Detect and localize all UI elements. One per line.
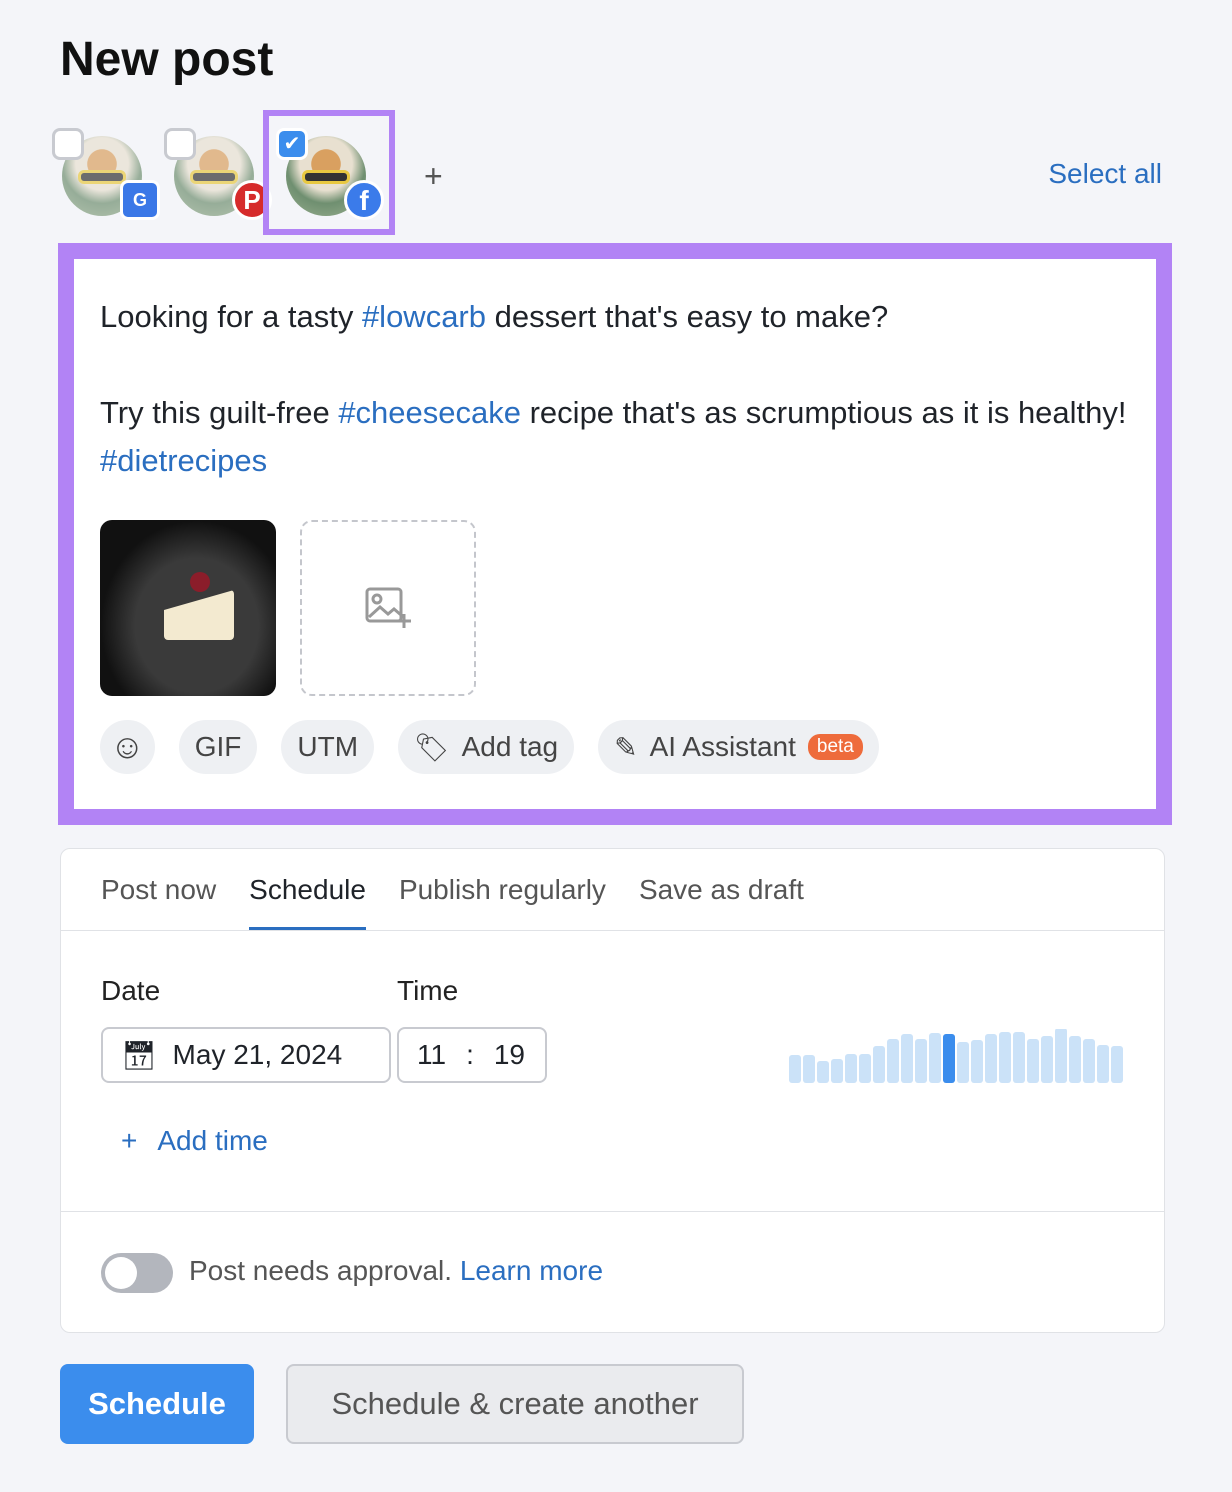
add-account-button[interactable]: + <box>424 158 443 195</box>
account-checkbox[interactable] <box>52 128 84 160</box>
text: recipe that's as scrumptious as it is he… <box>521 395 1127 430</box>
emoji-button[interactable]: ☺ <box>100 720 155 774</box>
ai-assistant-button[interactable]: ✎ AI Assistant beta <box>598 720 879 774</box>
activity-bar <box>971 1040 983 1083</box>
tab-schedule[interactable]: Schedule <box>249 849 366 931</box>
activity-bar <box>803 1055 815 1083</box>
schedule-button[interactable]: Schedule <box>60 1364 254 1444</box>
activity-bar <box>1097 1045 1109 1083</box>
tab-save-as-draft[interactable]: Save as draft <box>639 874 804 906</box>
account-checkbox[interactable] <box>164 128 196 160</box>
activity-bar-selected <box>943 1034 955 1083</box>
add-time-button[interactable]: + Add time <box>121 1125 268 1157</box>
gif-label: GIF <box>194 731 242 762</box>
add-image-dropzone[interactable] <box>300 520 476 696</box>
hour-value[interactable]: 11 <box>417 1039 446 1071</box>
schedule-and-create-another-button[interactable]: Schedule & create another <box>286 1364 744 1444</box>
google-business-icon: G <box>120 180 160 220</box>
activity-bar <box>1111 1046 1123 1083</box>
date-value: May 21, 2024 <box>172 1039 343 1070</box>
activity-bar <box>859 1054 871 1083</box>
date-label: Date <box>101 975 161 1006</box>
hashtag[interactable]: #lowcarb <box>362 299 486 334</box>
publish-options-card: Post now Schedule Publish regularly Save… <box>60 848 1165 1333</box>
plus-icon: + <box>121 1125 138 1156</box>
activity-bar <box>999 1032 1011 1083</box>
activity-bar <box>1013 1032 1025 1083</box>
time-input[interactable]: 11:19 <box>397 1027 547 1083</box>
activity-bar <box>887 1039 899 1083</box>
learn-more-link[interactable]: Learn more <box>460 1255 603 1286</box>
text: Try this guilt-free <box>100 395 339 430</box>
activity-bar <box>957 1042 969 1083</box>
approval-toggle[interactable] <box>101 1253 173 1293</box>
text: Looking for a tasty <box>100 299 362 334</box>
add-tag-button[interactable]: 🏷︎ Add tag <box>398 720 575 774</box>
minute-value[interactable]: 19 <box>494 1039 525 1071</box>
utm-button[interactable]: UTM <box>281 720 375 774</box>
magic-wand-icon: ✎ <box>614 731 638 763</box>
page-title: New post <box>60 33 274 86</box>
tag-icon: 🏷︎ <box>414 731 450 763</box>
divider <box>61 930 1164 931</box>
activity-bar <box>915 1039 927 1083</box>
date-input[interactable]: 📅︎ May 21, 2024 <box>101 1027 391 1083</box>
account-checkbox-checked[interactable]: ✔ <box>276 128 308 160</box>
activity-bar <box>873 1046 885 1083</box>
post-text[interactable]: Looking for a tasty #lowcarb dessert tha… <box>100 293 1140 485</box>
activity-bar <box>929 1033 941 1083</box>
activity-bar <box>1069 1036 1081 1083</box>
tab-publish-regularly[interactable]: Publish regularly <box>399 874 606 906</box>
divider <box>61 1211 1164 1212</box>
attached-image-cheesecake[interactable] <box>100 520 276 696</box>
time-label: Time <box>397 975 459 1006</box>
activity-bar <box>985 1034 997 1083</box>
activity-bar <box>817 1061 829 1083</box>
hashtag[interactable]: #dietrecipes <box>100 443 267 478</box>
account-facebook[interactable]: ✔ f <box>276 128 384 228</box>
ai-assistant-label: AI Assistant <box>649 731 796 762</box>
facebook-icon: f <box>344 180 384 220</box>
hashtag[interactable]: #cheesecake <box>338 395 521 430</box>
add-tag-label: Add tag <box>461 731 559 762</box>
time-separator: : <box>466 1039 474 1070</box>
select-all-link[interactable]: Select all <box>1048 158 1162 190</box>
approval-text: Post needs approval. <box>189 1255 453 1286</box>
utm-label: UTM <box>297 731 359 762</box>
activity-bar <box>789 1055 801 1083</box>
tab-post-now[interactable]: Post now <box>101 874 216 906</box>
activity-bar <box>901 1034 913 1083</box>
activity-bar <box>1027 1039 1039 1083</box>
calendar-icon: 📅︎ <box>121 1039 157 1071</box>
add-image-icon <box>365 587 411 628</box>
add-time-label: Add time <box>157 1125 268 1156</box>
activity-bar <box>1083 1039 1095 1083</box>
activity-bar <box>1041 1036 1053 1083</box>
gif-button[interactable]: GIF <box>178 720 258 774</box>
post-editor[interactable]: Looking for a tasty #lowcarb dessert tha… <box>58 243 1172 825</box>
best-time-activity-chart <box>789 1029 1123 1083</box>
emoji-icon: ☺ <box>110 727 145 766</box>
text: dessert that's easy to make? <box>486 299 889 334</box>
activity-bar <box>831 1059 843 1083</box>
account-pinterest[interactable]: P <box>164 128 272 228</box>
account-google-business[interactable]: G <box>52 128 160 228</box>
activity-bar <box>845 1054 857 1083</box>
beta-badge: beta <box>807 734 863 760</box>
activity-bar <box>1055 1029 1067 1083</box>
